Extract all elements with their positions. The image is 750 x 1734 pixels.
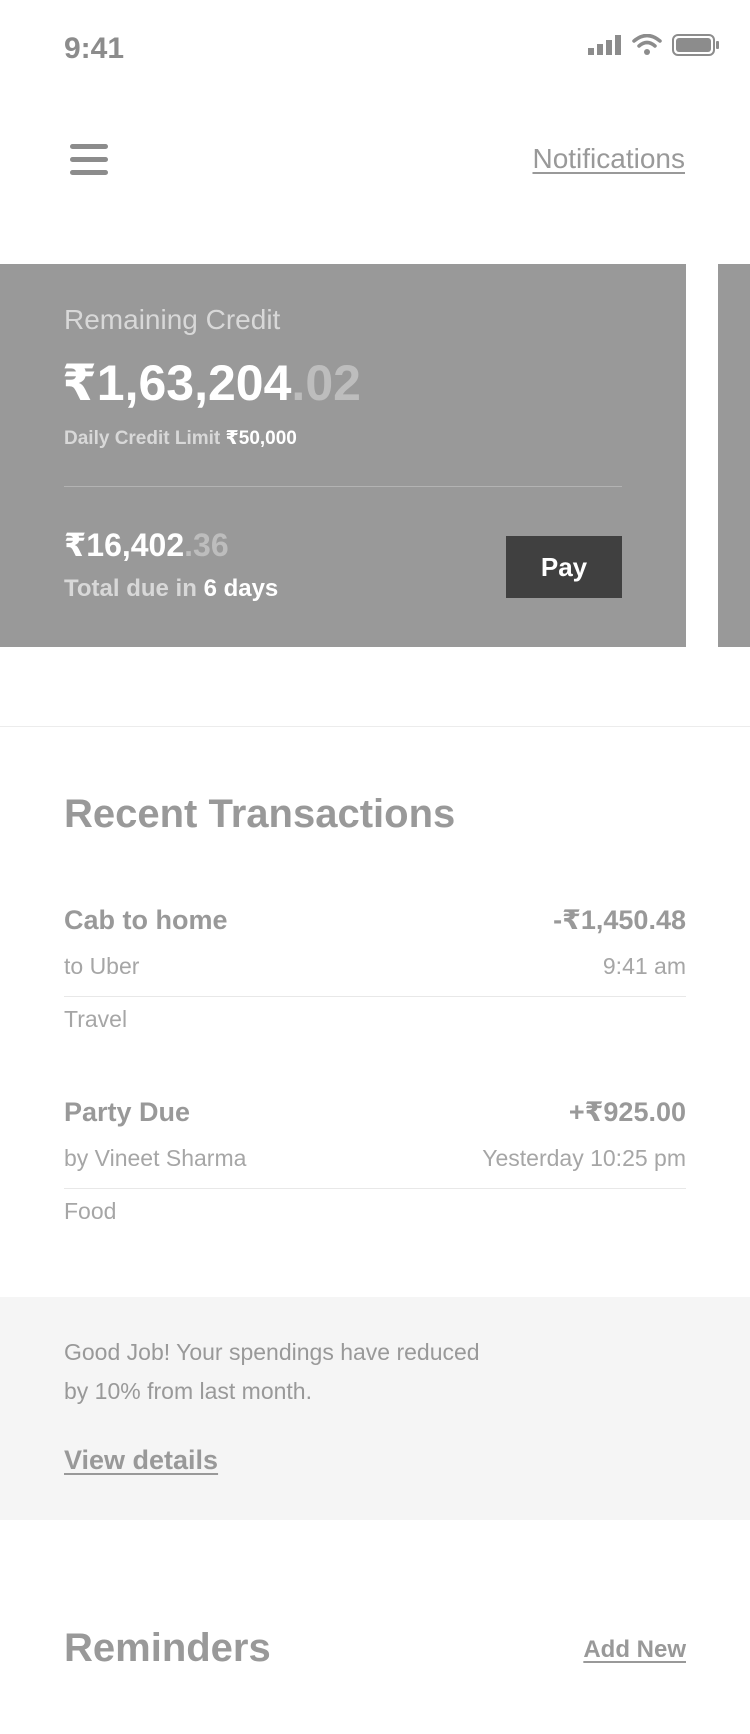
transaction-divider	[64, 996, 686, 997]
due-in-text: Total due in 6 days	[64, 575, 278, 603]
add-new-reminder-link[interactable]: Add New	[583, 1636, 686, 1664]
total-due-main: ₹16,402	[64, 527, 185, 563]
recent-transactions-title: Recent Transactions	[64, 792, 456, 836]
total-due-decimals: .36	[184, 527, 229, 563]
spending-insight-banner: Good Job! Your spendings have reduced by…	[0, 1297, 750, 1520]
next-card-peek[interactable]	[718, 264, 750, 647]
transaction-time: 9:41 am	[602, 953, 686, 979]
due-in-prefix: Total due in	[64, 575, 197, 602]
credit-card[interactable]: Remaining Credit ₹1,63,204.02 Daily Cred…	[0, 264, 686, 647]
transaction-title: Party Due	[64, 1097, 191, 1127]
remaining-credit-main: ₹1,63,204	[62, 355, 292, 411]
remaining-credit-label: Remaining Credit	[64, 304, 281, 335]
notifications-link[interactable]: Notifications	[532, 143, 685, 175]
transaction-payee: to Uber	[64, 953, 140, 979]
transaction-divider	[64, 1188, 686, 1189]
remaining-credit-decimals: .02	[291, 355, 361, 411]
transaction-title: Cab to home	[64, 905, 228, 935]
daily-credit-limit-label: Daily Credit Limit	[64, 428, 221, 449]
transaction-category: Travel	[64, 1006, 128, 1032]
card-divider	[64, 486, 622, 487]
transaction-item[interactable]: Party Due +₹925.00 by Vineet Sharma Yest…	[64, 1097, 686, 1257]
transaction-amount: +₹925.00	[568, 1097, 686, 1127]
transaction-category: Food	[64, 1198, 117, 1224]
reminders-title: Reminders	[64, 1626, 271, 1670]
due-days: 6 days	[203, 575, 279, 602]
status-icons	[588, 30, 720, 60]
signal-icon	[588, 35, 621, 55]
total-due-amount: ₹16,402.36	[64, 526, 229, 564]
remaining-credit-amount: ₹1,63,204.02	[62, 354, 361, 412]
wifi-icon	[632, 34, 662, 55]
status-time: 9:41	[64, 32, 125, 65]
daily-credit-limit: Daily Credit Limit ₹50,000	[64, 427, 297, 450]
view-details-link[interactable]: View details	[64, 1445, 218, 1476]
pay-button[interactable]: Pay	[506, 536, 622, 598]
transaction-time: Yesterday 10:25 pm	[482, 1145, 686, 1171]
hamburger-menu-icon[interactable]	[70, 142, 110, 178]
spending-insight-message: Good Job! Your spendings have reduced by…	[64, 1339, 480, 1404]
battery-icon	[672, 34, 719, 56]
status-bar: 9:41	[0, 0, 750, 100]
section-divider	[0, 726, 750, 727]
daily-credit-limit-value: ₹50,000	[225, 428, 297, 449]
transaction-amount: -₹1,450.48	[553, 905, 686, 935]
transaction-item[interactable]: Cab to home -₹1,450.48 to Uber 9:41 am T…	[64, 905, 686, 1065]
transaction-payee: by Vineet Sharma	[64, 1145, 247, 1171]
